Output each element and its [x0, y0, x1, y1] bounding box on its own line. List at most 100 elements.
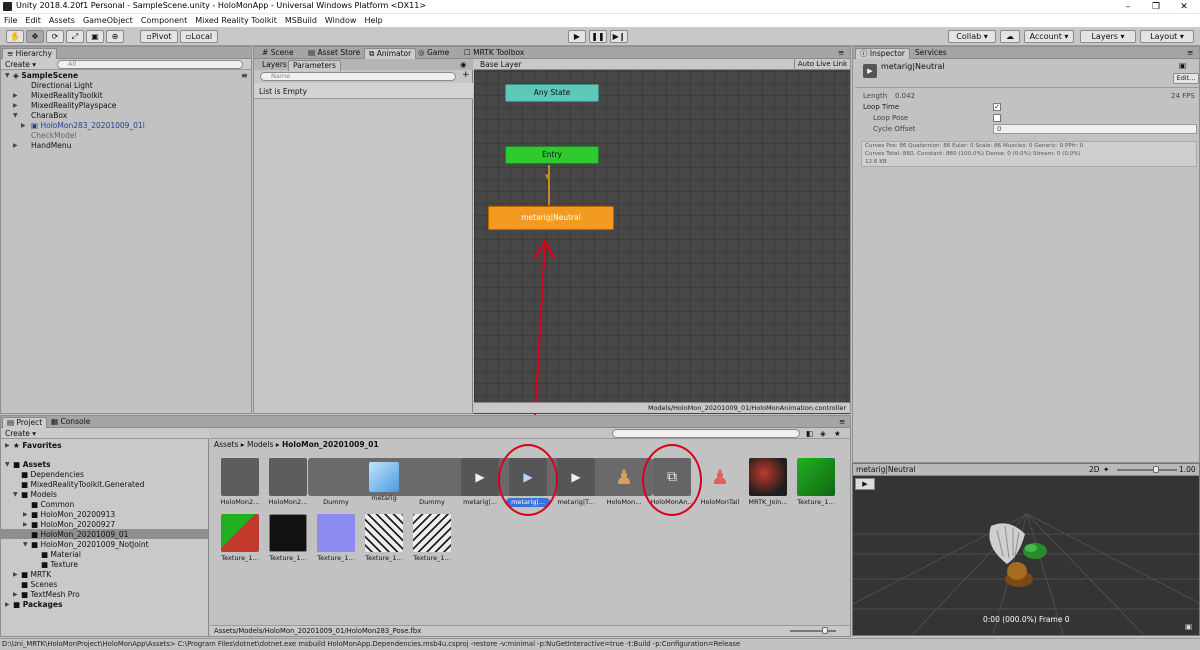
expand-triangle-icon[interactable]: ▼ [13, 111, 18, 120]
hierarchy-create-button[interactable]: Create ▾ [5, 60, 36, 69]
pause-button[interactable]: ❚❚ [589, 30, 607, 43]
preview-play-button[interactable]: ▶ [855, 478, 875, 490]
preview-mode-2d[interactable]: 2D [1089, 465, 1100, 474]
scene-root[interactable]: ◈ SampleScene [13, 71, 78, 80]
folder-item[interactable]: ■ TextMesh Pro [21, 590, 80, 599]
folder-item[interactable]: ■ Scenes [21, 580, 57, 589]
breadcrumb-current[interactable]: HoloMon_20201009_01 [282, 440, 379, 449]
asset-tile[interactable]: Texture_1... [794, 458, 838, 507]
menu-component[interactable]: Component [137, 14, 191, 27]
maximize-button[interactable]: ❐ [1142, 0, 1170, 14]
tab-inspector[interactable]: ⓘ Inspector [855, 48, 910, 59]
asset-tile[interactable]: Dummy [410, 458, 454, 507]
speed-slider[interactable] [1117, 469, 1177, 471]
eye-icon[interactable]: ◉ [460, 60, 467, 69]
asset-tile[interactable]: Texture_1... [218, 514, 262, 563]
collapse-triangle-icon[interactable]: ▶ [13, 91, 18, 100]
tab-mrtk-toolbox[interactable]: ☐ MRTK Toolbox [460, 48, 528, 59]
folder-item[interactable]: ■ HoloMon_20200913 [31, 510, 115, 519]
neutral-state-node[interactable]: metarig|Neutral [488, 206, 614, 230]
asset-tile[interactable]: ♟ HoloMon... [602, 458, 646, 507]
hierarchy-search-input[interactable]: All [57, 60, 243, 69]
asset-tile-selected[interactable]: ▶ metarig|... [506, 458, 550, 507]
rect-tool-icon[interactable]: ▣ [86, 30, 104, 43]
tab-scene[interactable]: # Scene [258, 48, 298, 59]
project-search-input[interactable] [612, 429, 800, 438]
breadcrumb-models[interactable]: Models [247, 440, 273, 449]
collapse-triangle-icon[interactable]: ▶ [23, 510, 28, 519]
play-button[interactable]: ▶ [568, 30, 586, 43]
zoom-slider[interactable] [790, 630, 836, 632]
expand-triangle-icon[interactable]: ▼ [5, 460, 10, 469]
collapse-triangle-icon[interactable]: ▶ [13, 570, 18, 579]
asset-tile[interactable]: Dummy [314, 458, 358, 507]
menu-mrtk[interactable]: Mixed Reality Toolkit [191, 14, 281, 27]
favorites-folder[interactable]: ★ Favorites [13, 441, 62, 450]
tab-parameters[interactable]: Parameters [288, 60, 341, 71]
folder-item-selected[interactable]: ■ HoloMon_20201009_01 [31, 530, 128, 539]
menu-file[interactable]: File [0, 14, 21, 27]
hierarchy-item-prefab[interactable]: ▣ HoloMon283_20201009_01l [31, 121, 145, 130]
folder-item[interactable]: ■ MRTK [21, 570, 51, 579]
cloud-icon[interactable]: ☁ [1000, 30, 1020, 43]
tab-animator[interactable]: ⧉ Animator [364, 48, 417, 59]
project-create-button[interactable]: Create ▾ [5, 429, 36, 438]
layers-dropdown[interactable]: Layers ▾ [1080, 30, 1136, 43]
asset-tile[interactable]: ▶ metarig|T... [554, 458, 598, 507]
collapse-triangle-icon[interactable]: ▶ [23, 520, 28, 529]
folder-item[interactable]: ■ Texture [41, 560, 78, 569]
asset-tile[interactable]: Texture_1... [266, 514, 310, 563]
hierarchy-item[interactable]: HandMenu [31, 141, 71, 150]
asset-tile[interactable]: ♟ HoloMonTail [698, 458, 742, 507]
auto-live-link-button[interactable]: Auto Live Link [794, 59, 850, 70]
favorite-star-icon[interactable]: ★ [834, 429, 841, 438]
cycle-offset-field[interactable]: 0 [993, 124, 1197, 134]
animator-graph[interactable]: Base Layer Auto Live Link Any State Entr… [474, 59, 850, 467]
tab-asset-store[interactable]: ▤ Asset Store [304, 48, 364, 59]
scale-tool-icon[interactable]: ⤢ [66, 30, 84, 43]
add-parameter-button[interactable]: + [462, 71, 470, 80]
hand-tool-icon[interactable]: ✋ [6, 30, 24, 43]
loop-time-checkbox[interactable]: ✓ [993, 103, 1001, 111]
base-layer-breadcrumb[interactable]: Base Layer [480, 60, 522, 69]
folder-item[interactable]: ■ MixedRealityToolkit.Generated [21, 480, 144, 489]
menu-edit[interactable]: Edit [21, 14, 45, 27]
tab-project[interactable]: ▤ Project [2, 417, 48, 428]
tab-services[interactable]: Services [911, 48, 951, 59]
expand-triangle-icon[interactable]: ▼ [23, 540, 28, 549]
folder-item[interactable]: ■ Models [21, 490, 57, 499]
expand-triangle-icon[interactable]: ▼ [13, 490, 18, 499]
filter-type-icon[interactable]: ◧ [806, 429, 813, 438]
transform-tool-icon[interactable]: ⊕ [106, 30, 124, 43]
collapse-triangle-icon[interactable]: ▶ [21, 121, 26, 130]
breadcrumb-assets[interactable]: Assets [214, 440, 238, 449]
any-state-node[interactable]: Any State [505, 84, 599, 102]
help-icon[interactable]: ▣ [1179, 61, 1186, 70]
asset-tile[interactable]: MRTK_Join... [746, 458, 790, 507]
parameter-search-input[interactable]: Name [260, 72, 456, 81]
loop-pose-checkbox[interactable] [993, 114, 1001, 122]
scene-menu-icon[interactable]: ≡ [241, 71, 248, 80]
account-dropdown[interactable]: Account ▾ [1024, 30, 1074, 43]
entry-node[interactable]: Entry [505, 146, 599, 164]
hierarchy-item[interactable]: MixedRealityPlayspace [31, 101, 116, 110]
expand-triangle-icon[interactable]: ▼ [5, 71, 10, 80]
speed-slider-handle[interactable] [1153, 466, 1159, 473]
tab-menu-icon[interactable]: ≡ [838, 48, 844, 57]
folder-item[interactable]: ■ Material [41, 550, 81, 559]
collapse-triangle-icon[interactable]: ▶ [13, 590, 18, 599]
inspector-menu-icon[interactable]: ≡ [1187, 48, 1193, 57]
hierarchy-item[interactable]: CharaBox [31, 111, 67, 120]
asset-tile[interactable]: Texture_1... [314, 514, 358, 563]
close-button[interactable]: ✕ [1170, 0, 1198, 14]
asset-tile[interactable]: HoloMon2... [218, 458, 262, 507]
hierarchy-item[interactable]: CheckModel [31, 131, 77, 140]
animation-preview[interactable]: metarig|Neutral 2D ✦ 1.00 ▶ 0:00 (000.0%… [852, 463, 1200, 636]
pivot-icon[interactable]: ✦ [1103, 465, 1109, 474]
asset-tile[interactable]: metarig [362, 458, 406, 503]
hierarchy-item[interactable]: MixedRealityToolkit [31, 91, 103, 100]
folder-item[interactable]: ■ Common [31, 500, 74, 509]
step-button[interactable]: ▶❙ [610, 30, 628, 43]
menu-help[interactable]: Help [360, 14, 386, 27]
rotate-tool-icon[interactable]: ⟳ [46, 30, 64, 43]
